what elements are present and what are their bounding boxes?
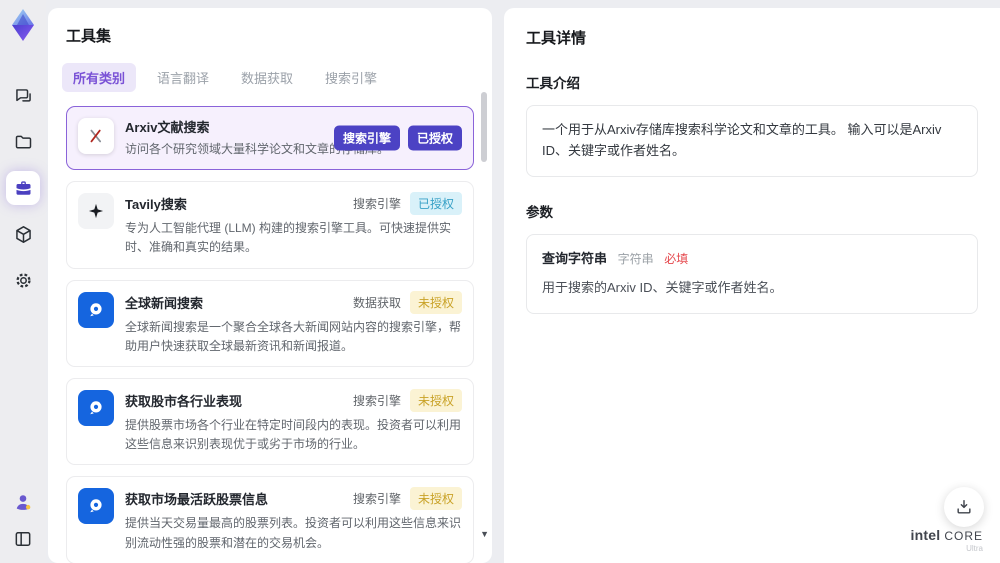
intro-heading: 工具介绍 bbox=[526, 76, 580, 91]
scroll-down-icon[interactable]: ▼ bbox=[480, 530, 489, 539]
tool-card-most-active-stocks[interactable]: 获取市场最活跃股票信息 搜索引擎 未授权 提供当天交易量最高的股票列表。投资者可… bbox=[66, 476, 474, 563]
arxiv-icon bbox=[78, 118, 114, 154]
sidebar-bottom bbox=[0, 488, 46, 553]
cube-icon[interactable] bbox=[6, 217, 40, 251]
param-name: 查询字符串 bbox=[542, 250, 608, 266]
scrollbar-thumb[interactable] bbox=[481, 92, 487, 162]
tool-card-sector-performance[interactable]: 获取股市各行业表现 搜索引擎 未授权 提供股票市场各个行业在特定时间段内的表现。… bbox=[66, 377, 474, 466]
news-bubble-icon bbox=[78, 291, 114, 328]
tab-all-categories[interactable]: 所有类别 bbox=[62, 63, 137, 92]
status-badge: 已授权 bbox=[409, 192, 462, 216]
intro-text: 一个用于从Arxiv存储库搜索科学论文和文章的工具。 输入可以是Arxiv ID… bbox=[542, 122, 942, 158]
tool-description: 提供股票市场各个行业在特定时间段内的表现。投资者可以利用这些信息来识别表现优于或… bbox=[125, 417, 462, 452]
status-badge: 已授权 bbox=[407, 125, 462, 151]
settings-icon[interactable] bbox=[6, 263, 40, 297]
sidebar bbox=[0, 0, 46, 563]
tool-card-global-news[interactable]: 全球新闻搜索 数据获取 未授权 全球新闻搜索是一个聚合全球各大新闻网站内容的搜索… bbox=[66, 279, 474, 367]
tool-badges: 搜索引擎 已授权 bbox=[333, 125, 462, 151]
param-header: 查询字符串 字符串 必填 bbox=[542, 249, 962, 270]
tab-data-fetching[interactable]: 数据获取 bbox=[230, 63, 304, 92]
status-badge: 未授权 bbox=[409, 388, 462, 412]
tool-card-arxiv[interactable]: Arxiv文献搜索 访问各个研究领域大量科学论文和文章的存储库。 搜索引擎 已授… bbox=[66, 106, 474, 171]
news-bubble-icon bbox=[78, 389, 114, 426]
panel-toggle-icon[interactable] bbox=[8, 525, 38, 553]
tool-title: 获取市场最活跃股票信息 bbox=[125, 492, 269, 508]
status-badge: 未授权 bbox=[409, 290, 462, 314]
tool-description: 全球新闻搜索是一个聚合全球各大新闻网站内容的搜索引擎，帮助用户快速获取全球最新资… bbox=[125, 319, 462, 353]
tool-list: Arxiv文献搜索 访问各个研究领域大量科学论文和文章的存储库。 搜索引擎 已授… bbox=[66, 106, 474, 563]
tool-description: 提供当天交易量最高的股票列表。投资者可以利用这些信息来识别流动性强的股票和潜在的… bbox=[125, 516, 462, 550]
app-logo bbox=[7, 7, 39, 43]
tool-title: 获取股市各行业表现 bbox=[125, 393, 243, 409]
sidebar-nav bbox=[6, 79, 40, 297]
tool-title: Arxiv文献搜索 bbox=[125, 120, 210, 135]
param-type: 字符串 bbox=[617, 251, 654, 266]
category-label: 数据获取 bbox=[352, 295, 401, 310]
param-box: 查询字符串 字符串 必填 用于搜索的Arxiv ID、关键字或作者姓名。 bbox=[526, 233, 978, 315]
intel-wordmark: intel bbox=[910, 526, 941, 543]
tool-description: 专为人工智能代理 (LLM) 构建的搜索引擎工具。可快速提供实时、准确和真实的结… bbox=[125, 221, 452, 255]
category-label: 搜索引擎 bbox=[352, 492, 401, 507]
category-label: 搜索引擎 bbox=[352, 197, 401, 212]
user-icon[interactable] bbox=[8, 488, 38, 516]
tool-title: Tavily搜索 bbox=[125, 197, 187, 213]
params-heading: 参数 bbox=[526, 204, 553, 220]
category-badge: 搜索引擎 bbox=[333, 125, 400, 151]
toolbox-icon[interactable] bbox=[6, 171, 40, 205]
intel-core-logo: intel CORE Ultra bbox=[910, 526, 983, 554]
tool-card-tavily[interactable]: Tavily搜索 搜索引擎 已授权 专为人工智能代理 (LLM) 构建的搜索引擎… bbox=[66, 181, 474, 269]
tools-panel: 工具集 所有类别 语言翻译 数据获取 搜索引擎 Arxiv文献搜索 访问各个研究… bbox=[48, 8, 492, 563]
download-button[interactable] bbox=[944, 487, 984, 527]
folder-icon[interactable] bbox=[6, 125, 40, 159]
tavily-star-icon bbox=[78, 193, 114, 230]
list-scrollbar[interactable] bbox=[481, 90, 487, 553]
page-title: 工具集 bbox=[66, 28, 112, 45]
tool-title: 全球新闻搜索 bbox=[125, 295, 204, 311]
intro-box: 一个用于从Arxiv存储库搜索科学论文和文章的工具。 输入可以是Arxiv ID… bbox=[526, 105, 978, 177]
news-bubble-icon bbox=[78, 488, 114, 525]
category-label: 搜索引擎 bbox=[352, 393, 401, 408]
brand-subtext: Ultra bbox=[966, 544, 983, 554]
chat-icon[interactable] bbox=[6, 79, 40, 113]
status-badge: 未授权 bbox=[409, 487, 462, 511]
tab-search-engine[interactable]: 搜索引擎 bbox=[314, 63, 388, 92]
category-tabs: 所有类别 语言翻译 数据获取 搜索引擎 bbox=[62, 63, 474, 92]
detail-title: 工具详情 bbox=[526, 30, 587, 47]
tool-detail-panel: 工具详情 工具介绍 一个用于从Arxiv存储库搜索科学论文和文章的工具。 输入可… bbox=[504, 8, 1000, 563]
core-wordmark: CORE bbox=[944, 528, 983, 543]
param-description: 用于搜索的Arxiv ID、关键字或作者姓名。 bbox=[542, 280, 783, 296]
tab-language-translation[interactable]: 语言翻译 bbox=[146, 63, 220, 92]
param-required-label: 必填 bbox=[664, 251, 689, 266]
